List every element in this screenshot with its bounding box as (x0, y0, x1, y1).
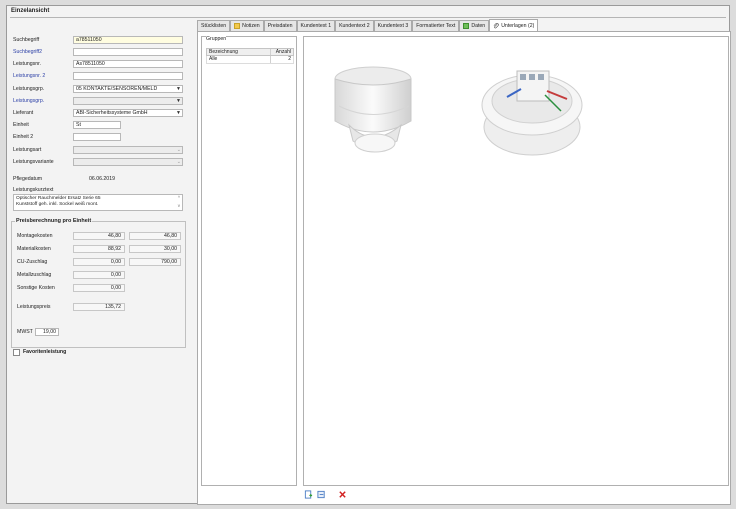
note-icon (234, 23, 241, 29)
metallzuschlag-label: Metallzuschlag (17, 272, 52, 278)
leistungsvariante-dropdown[interactable]: ⌄ (73, 158, 183, 166)
tab-label: Kundentext 3 (377, 23, 409, 29)
chevron-down-icon: ⌄ (176, 147, 181, 153)
pflegedatum-label: Pflegedatum (13, 176, 43, 182)
leistungsnr2-field[interactable] (73, 72, 183, 80)
cu-zuschlag-value[interactable]: 0,00 (73, 258, 125, 266)
kurztext-line2: Kunststoff geh. inkl. Sockel weiß mont. (16, 201, 99, 207)
chevron-down-icon: ▼ (176, 86, 181, 92)
tab-label: Notizen (242, 23, 260, 29)
tab-kundentext-3[interactable]: Kundentext 3 (373, 20, 413, 31)
chevron-down-icon: ▼ (176, 98, 181, 104)
leistungsgrp2-dropdown[interactable]: ▼ (73, 97, 183, 105)
tab-kundentext-2[interactable]: Kundentext 2 (335, 20, 374, 31)
document-viewer (303, 36, 729, 486)
attachments-panel: Gruppen Bezeichnung Anzahl Alle 2 (197, 31, 731, 505)
leistungsnr-label: Leistungsnr. (13, 61, 41, 67)
leistungsart-dropdown[interactable]: ⌄ (73, 146, 183, 154)
tab-kundentext-1[interactable]: Kundentext 1 (296, 20, 336, 31)
leistungsvariante-label: Leistungsvariante (13, 159, 54, 165)
attachment-toolbar (304, 490, 347, 499)
einheit-field[interactable]: St (73, 121, 121, 129)
materialkosten-value[interactable]: 88,92 (73, 245, 125, 253)
materialkosten-value2[interactable]: 30,00 (129, 245, 181, 253)
tab-label: Formatierter Text (416, 23, 456, 29)
tab-unterlagen[interactable]: Unterlagen (2) (489, 19, 539, 31)
tab-label: Kundentext 2 (339, 23, 370, 29)
favorite-checkbox[interactable] (13, 349, 20, 356)
kurztext-textarea[interactable]: Optischer Rauchmelder Ersatz Serie 65 Ku… (13, 194, 183, 211)
tab-label: Kundentext 1 (300, 23, 332, 29)
montagekosten-value2[interactable]: 46,80 (129, 232, 181, 240)
tab-preisdaten[interactable]: Preisdaten (263, 20, 297, 31)
mwst-label: MWST (17, 329, 33, 335)
leistungspreis-value: 135,72 (73, 303, 125, 311)
einheit2-label: Einheit 2 (13, 134, 34, 140)
tab-daten[interactable]: Daten (459, 20, 490, 31)
detail-window: Einzelansicht Suchbegriff a78511050 Such… (6, 5, 731, 505)
tab-label: Preisdaten (267, 23, 293, 29)
groups-grid: Bezeichnung Anzahl Alle 2 (206, 48, 294, 64)
leistungsgrp-dropdown[interactable]: 05 KONTAKTE/SENSOREN/MELD ▼ (73, 85, 183, 93)
cu-zuschlag-label: CU-Zuschlag (17, 259, 48, 265)
row-name: Alle (207, 56, 271, 63)
col-bezeichnung[interactable]: Bezeichnung (207, 49, 271, 55)
table-row[interactable]: Alle 2 (206, 56, 294, 64)
montagekosten-value[interactable]: 46,80 (73, 232, 125, 240)
tab-label: Unterlagen (2) (501, 22, 535, 29)
suchbegriff2-label: Suchbegriff2 (13, 49, 43, 55)
tab-bar: Stücklisten Notizen Preisdaten Kundentex… (197, 19, 539, 31)
einheit-label: Einheit (13, 122, 29, 128)
delete-icon[interactable] (338, 490, 347, 499)
smoke-detector-image[interactable] (321, 51, 429, 161)
scan-document-icon[interactable] (317, 490, 326, 499)
tab-stuecklisten[interactable]: Stücklisten (197, 20, 231, 31)
leistungsgrp-value: 05 KONTAKTE/SENSOREN/MELD (76, 86, 158, 92)
groups-panel: Gruppen Bezeichnung Anzahl Alle 2 (201, 36, 297, 486)
leistungsgrp2-label: Leistungsgrp. (13, 98, 45, 104)
montagekosten-label: Montagekosten (17, 233, 53, 239)
groups-title: Gruppen (206, 36, 227, 42)
price-section-title: Preisberechnung pro Einheit (15, 218, 93, 224)
einheit2-field[interactable] (73, 133, 121, 141)
add-document-icon[interactable] (304, 490, 313, 499)
paperclip-icon (493, 22, 499, 28)
lieferant-dropdown[interactable]: ABI-Sicherheitssysteme GmbH ▼ (73, 109, 183, 117)
kurztext-label: Leistungskurztext (13, 187, 54, 193)
title-divider (10, 17, 726, 18)
col-anzahl[interactable]: Anzahl (271, 49, 293, 55)
data-icon (463, 23, 470, 29)
leistungsgrp-label: Leistungsgrp. (13, 86, 45, 92)
chevron-down-icon: ⌄ (176, 159, 181, 165)
grid-header: Bezeichnung Anzahl (206, 48, 294, 56)
tab-label: Stücklisten (201, 23, 227, 29)
metallzuschlag-value[interactable]: 0,00 (73, 271, 125, 279)
sonstige-kosten-label: Sonstige Kosten (17, 285, 55, 291)
mwst-field[interactable]: 19,00 (35, 328, 59, 336)
window-title: Einzelansicht (11, 8, 50, 14)
tab-formatierter-text[interactable]: Formatierter Text (412, 20, 460, 31)
pflegedatum-value: 06.06.2019 (89, 176, 115, 182)
detector-base-image[interactable] (477, 49, 587, 161)
chevron-down-icon: ▼ (176, 110, 181, 116)
tab-label: Daten (471, 23, 486, 29)
suchbegriff2-field[interactable] (73, 48, 183, 56)
leistungsnr2-label: Leistungsnr. 2 (13, 73, 46, 79)
lieferant-label: Lieferant (13, 110, 34, 116)
materialkosten-label: Materialkosten (17, 246, 51, 252)
scroll-down-icon[interactable]: v (178, 203, 180, 209)
suchbegriff-field[interactable]: a78511050 (73, 36, 183, 44)
leistungsnr-field[interactable]: As78511050 (73, 60, 183, 68)
scroll-up-icon[interactable]: ^ (178, 195, 180, 201)
leistungspreis-label: Leistungspreis (17, 304, 51, 310)
sonstige-kosten-value[interactable]: 0,00 (73, 284, 125, 292)
tab-notizen[interactable]: Notizen (230, 20, 264, 31)
leistungsart-label: Leistungsart (13, 147, 42, 153)
cu-zuschlag-value2[interactable]: 790,00 (129, 258, 181, 266)
lieferant-value: ABI-Sicherheitssysteme GmbH (76, 110, 148, 116)
favorite-label: Favoritenleistung (23, 349, 67, 355)
suchbegriff-label: Suchbegriff (13, 37, 40, 43)
row-count: 2 (288, 56, 291, 62)
